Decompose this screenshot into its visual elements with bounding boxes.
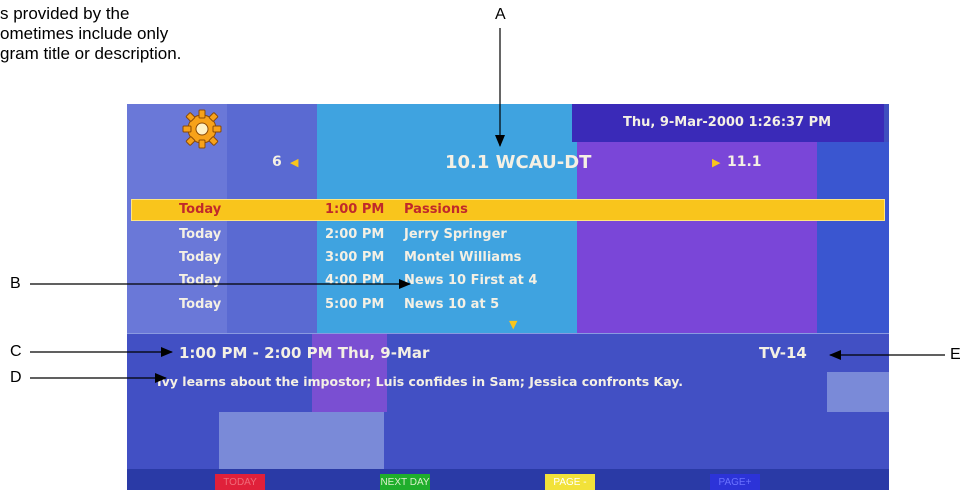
callout-label-c: C: [10, 343, 22, 360]
callout-label-d: D: [10, 369, 22, 386]
callout-label-b: B: [10, 275, 21, 292]
callout-label-e: E: [950, 346, 961, 363]
callout-arrows: [30, 28, 945, 383]
callout-label-a: A: [495, 6, 506, 23]
